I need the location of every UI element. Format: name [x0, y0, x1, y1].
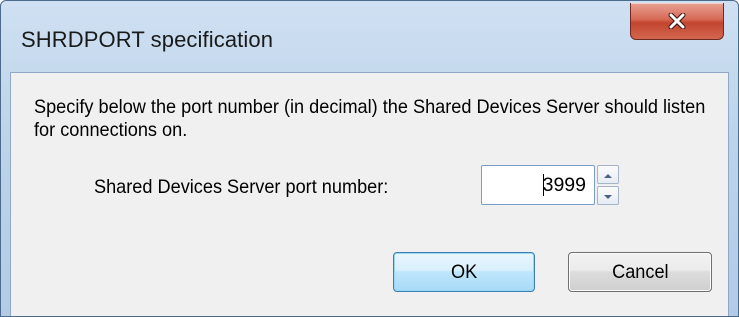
dialog-body: Specify below the port number (in decima…	[10, 72, 729, 316]
arrow-down-icon	[603, 187, 613, 205]
close-icon	[668, 13, 686, 29]
window-title: SHRDPORT specification	[21, 27, 274, 52]
description-text: Specify below the port number (in decima…	[34, 96, 706, 141]
text-caret	[543, 174, 544, 196]
port-number-spinner[interactable]	[597, 165, 619, 205]
ok-button[interactable]: OK	[393, 252, 535, 292]
title-bar[interactable]: SHRDPORT specification	[1, 1, 738, 73]
cancel-button[interactable]: Cancel	[568, 252, 712, 292]
spin-up-button[interactable]	[597, 165, 619, 184]
spin-down-button[interactable]	[597, 186, 619, 205]
arrow-up-icon	[603, 166, 613, 184]
close-button[interactable]	[630, 3, 724, 40]
ok-button-label: OK	[450, 260, 478, 283]
dialog-window: SHRDPORT specification Specify below the…	[0, 0, 739, 317]
port-number-input[interactable]	[481, 165, 595, 205]
cancel-button-label: Cancel	[611, 260, 669, 283]
port-number-label: Shared Devices Server port number:	[94, 176, 389, 198]
